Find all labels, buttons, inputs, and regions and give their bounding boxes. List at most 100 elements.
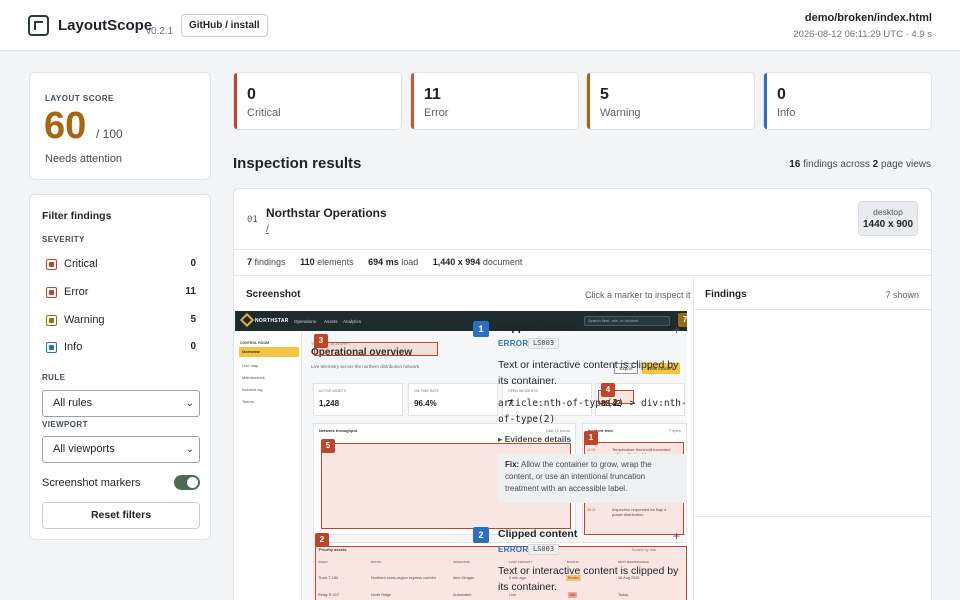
- metric-findings: 7 findings: [247, 257, 286, 267]
- fix-text: Allow the container to grow, wrap the co…: [505, 460, 652, 493]
- metric-label: elements: [317, 257, 354, 267]
- checkbox-icon[interactable]: [46, 342, 57, 353]
- metric-load: 694 ms load: [368, 257, 418, 267]
- shot-side-item: Overview: [239, 347, 299, 357]
- evidence-details-toggle[interactable]: ▸ Evidence details: [498, 434, 571, 445]
- finding-name[interactable]: Clipped content: [498, 322, 577, 334]
- stat-label: Info: [777, 107, 796, 119]
- shot-card-title: Network throughput: [319, 428, 358, 433]
- shot-kpi-label: ACTIVE ASSETS: [319, 389, 347, 393]
- rule-select-value: All rules: [53, 397, 93, 409]
- viewport-size: 1440 x 900: [862, 219, 914, 230]
- severity-count: 11: [185, 286, 196, 297]
- finding-selector: article:nth-of-type(2) > div:nth-of-type…: [498, 398, 687, 425]
- metric-label: load: [401, 257, 419, 267]
- shot-search: Search fleet, site, or incident: [584, 316, 670, 326]
- github-install-button[interactable]: GitHub / install: [181, 14, 268, 37]
- divider: [693, 276, 694, 600]
- shot-subtitle: Live telemetry across the northern distr…: [311, 364, 421, 369]
- stat-label: Error: [424, 107, 449, 119]
- markers-toggle-label: Screenshot markers: [42, 477, 141, 489]
- shot-side-label: CONTROL ROOM: [240, 341, 270, 345]
- finding-marker-3[interactable]: 3: [314, 334, 328, 348]
- severity-filter-warning[interactable]: Warning 5: [46, 313, 196, 329]
- fix-label: Fix:: [505, 460, 520, 469]
- severity-section-label: SEVERITY: [42, 235, 85, 244]
- finding-description: Text or interactive content is clipped b…: [498, 359, 679, 387]
- finding-fix: Fix: Allow the container to grow, wrap t…: [498, 454, 687, 503]
- stat-label: Critical: [247, 107, 281, 119]
- shot-navbar: NORTHSTAR Operations Assets Analytics Se…: [235, 311, 687, 331]
- shot-nav-link: Analytics: [343, 319, 362, 324]
- page-total: 2: [872, 159, 879, 170]
- shot-nav-link: Assets: [324, 319, 338, 324]
- viewport-label: desktop: [873, 207, 903, 217]
- severity-filter-error[interactable]: Error 11: [46, 285, 196, 301]
- expand-finding-button[interactable]: +: [673, 529, 680, 543]
- screenshot-title: Screenshot: [246, 289, 301, 300]
- metric-value: 7: [247, 257, 253, 267]
- finding-number: 1: [473, 321, 489, 337]
- finding-name[interactable]: Clipped content: [498, 528, 577, 540]
- rule-select[interactable]: All rules ⌄: [42, 390, 200, 417]
- layout-score-card: LAYOUT SCORE 60 / 100 Needs attention: [29, 72, 211, 180]
- severity-filter-info[interactable]: Info 0: [46, 340, 196, 356]
- rule-section-label: RULE: [42, 373, 66, 382]
- score-status: Needs attention: [45, 153, 123, 165]
- chevron-down-icon: ⌄: [185, 444, 194, 455]
- viewport-section-label: VIEWPORT: [42, 420, 88, 429]
- layoutscope-logo-icon: [28, 15, 49, 36]
- shot-kpi-label: OPEN INCIDENTS: [508, 389, 538, 393]
- page-view-path-link[interactable]: /: [266, 224, 269, 235]
- page-view-index: 01: [247, 215, 258, 225]
- reset-filters-button[interactable]: Reset filters: [42, 502, 200, 529]
- checkbox-icon[interactable]: [46, 315, 57, 326]
- severity-count: 5: [190, 314, 196, 325]
- shot-side-item: Incident log: [242, 387, 263, 392]
- shot-card-meta: Last 12 hours: [545, 428, 570, 433]
- shot-card-meta: 7 open: [668, 428, 681, 433]
- markers-toggle[interactable]: [174, 475, 200, 490]
- shot-kpi: ON-TIME RATE 96.4%: [408, 383, 498, 416]
- findings-total: 16: [789, 159, 801, 170]
- shot-kpi-label: ON-TIME RATE: [414, 389, 439, 393]
- viewport-select[interactable]: All viewports ⌄: [42, 436, 200, 463]
- finding-marker-5[interactable]: 5: [321, 439, 335, 453]
- inspection-timestamp: 2026-08-12 06:11:29 UTC · 4.9 s: [793, 29, 932, 40]
- shot-side-item: Live map: [242, 363, 259, 368]
- severity-name: Warning: [64, 314, 105, 326]
- stat-accent: [587, 73, 590, 129]
- severity-filter-critical[interactable]: Critical 0: [46, 257, 196, 273]
- metric-elements: 110 elements: [300, 257, 354, 267]
- severity-name: Error: [64, 286, 89, 298]
- metric-value: 110: [300, 257, 315, 267]
- stat-label: Warning: [600, 107, 641, 119]
- northstar-logo-icon: [239, 312, 255, 328]
- checkbox-icon[interactable]: [46, 287, 57, 298]
- page-view-title: Northstar Operations: [266, 206, 387, 220]
- metric-label: findings: [254, 257, 286, 267]
- stat-info: 0 Info: [763, 72, 932, 130]
- finding-marker-1[interactable]: 1: [584, 431, 598, 445]
- severity-name: Critical: [64, 258, 98, 270]
- score-max: / 100: [96, 127, 123, 141]
- page-text: page views: [880, 159, 931, 170]
- results-summary: 16 findings across 2 page views: [789, 159, 931, 170]
- shot-kpi-value: 1,248: [319, 399, 340, 408]
- shot-side-item: Teams: [242, 399, 254, 404]
- finding-rule-code: LS003: [528, 544, 560, 555]
- score-value: 60: [44, 105, 87, 147]
- finding-marker-2[interactable]: 2: [315, 533, 329, 547]
- chevron-down-icon: ⌄: [185, 398, 194, 409]
- findings-title: Findings: [705, 289, 747, 300]
- checkbox-icon[interactable]: [46, 259, 57, 270]
- finding-severity: ERROR: [498, 339, 529, 348]
- app-name: LayoutScope: [58, 17, 153, 34]
- expand-finding-button[interactable]: +: [673, 323, 680, 337]
- severity-name: Info: [64, 341, 83, 353]
- screenshot-hint: Click a marker to inspect it: [585, 290, 691, 300]
- stat-accent: [764, 73, 767, 129]
- shot-sidebar: CONTROL ROOM Overview Live map Maintenan…: [235, 331, 302, 600]
- finding-rule-code: LS003: [528, 338, 560, 349]
- severity-count: 0: [190, 341, 196, 352]
